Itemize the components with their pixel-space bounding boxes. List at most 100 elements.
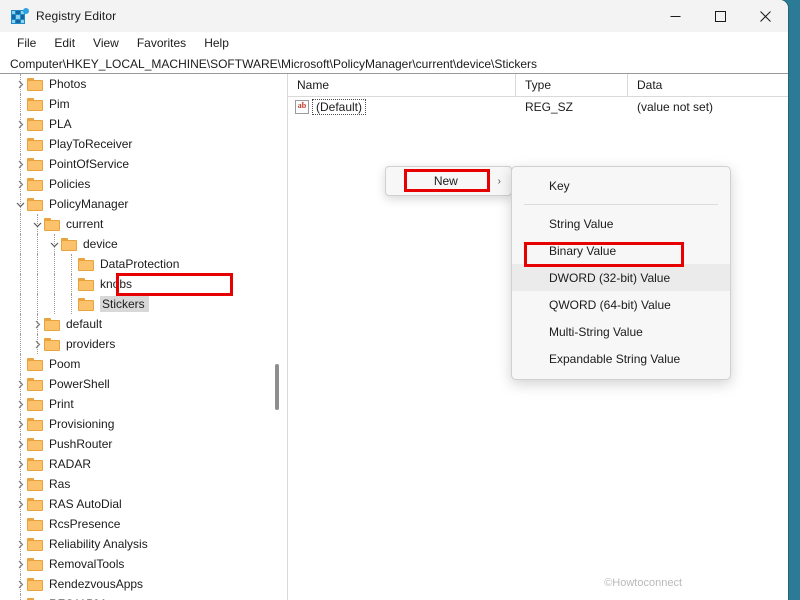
tree-guide-line (20, 354, 22, 374)
submenu-item-expandable-string-value[interactable]: Expandable String Value (512, 345, 730, 372)
tree-item-print[interactable]: Print (0, 394, 288, 414)
context-menu-new-item[interactable]: New › (386, 167, 511, 195)
tree-item-powershell[interactable]: PowerShell (0, 374, 288, 394)
folder-icon (27, 537, 44, 551)
submenu-item-dword-32-bit-value[interactable]: DWORD (32-bit) Value (512, 264, 730, 291)
menu-help[interactable]: Help (195, 34, 238, 52)
submenu-item-multi-string-value[interactable]: Multi-String Value (512, 318, 730, 345)
tree-item-label: RADAR (49, 457, 92, 471)
tree-item-pim[interactable]: Pim (0, 94, 288, 114)
folder-icon (27, 517, 44, 531)
tree-scrollbar-track[interactable] (271, 74, 282, 600)
context-submenu-new-types[interactable]: Key String Value Binary Value DWORD (32-bit… (511, 166, 731, 380)
tree-guide-line (20, 514, 22, 534)
tree-item-policymanager[interactable]: PolicyManager (0, 194, 288, 214)
menu-favorites[interactable]: Favorites (128, 34, 195, 52)
tree-item-pla[interactable]: PLA (0, 114, 288, 134)
tree-item-label: PLA (49, 117, 72, 131)
tree-item-provisioning[interactable]: Provisioning (0, 414, 288, 434)
tree-item-ras[interactable]: Ras (0, 474, 288, 494)
maximize-button[interactable] (698, 0, 743, 32)
tree-guide-line (71, 254, 73, 274)
tree-guide-line (20, 554, 22, 574)
tree-item-pushrouter[interactable]: PushRouter (0, 434, 288, 454)
tree-guide-line (20, 174, 22, 194)
column-header-name[interactable]: Name (288, 74, 516, 96)
tree-item-dataprotection[interactable]: DataProtection (0, 254, 288, 274)
tree-item-stickers[interactable]: Stickers (0, 294, 288, 314)
tree-item-label: Pim (49, 97, 70, 111)
tree-guide-line (20, 294, 22, 314)
tree-item-radar[interactable]: RADAR (0, 454, 288, 474)
window-controls (653, 0, 788, 32)
tree-guide-line (20, 234, 22, 254)
folder-icon (27, 577, 44, 591)
minimize-button[interactable] (653, 0, 698, 32)
submenu-item-qword-64-bit-value[interactable]: QWORD (64-bit) Value (512, 291, 730, 318)
folder-icon (27, 197, 44, 211)
close-button[interactable] (743, 0, 788, 32)
tree-guide-line (20, 414, 22, 434)
folder-icon (27, 157, 44, 171)
registry-tree-pane[interactable]: Photos Pim PLA PlayToReceiver PointOfService… (0, 74, 288, 600)
tree-guide-line (54, 254, 56, 274)
registry-tree-list: Photos Pim PLA PlayToReceiver PointOfService… (0, 74, 288, 600)
tree-guide-line (37, 334, 39, 354)
tree-guide-line (37, 274, 39, 294)
tree-item-label: PolicyManager (49, 197, 129, 211)
tree-item-rfc1156agent[interactable]: RFC1156Agent (0, 594, 288, 600)
folder-icon (78, 277, 95, 291)
tree-item-removaltools[interactable]: RemovalTools (0, 554, 288, 574)
submenu-item-label: Expandable String Value (549, 351, 681, 366)
submenu-item-key[interactable]: Key (512, 172, 730, 199)
tree-item-label: PowerShell (49, 377, 110, 391)
folder-icon (27, 137, 44, 151)
tree-item-device[interactable]: device (0, 234, 288, 254)
tree-guide-line (20, 474, 22, 494)
folder-icon (27, 457, 44, 471)
folder-icon (27, 357, 44, 371)
submenu-item-binary-value[interactable]: Binary Value (512, 237, 730, 264)
tree-item-label: RcsPresence (49, 517, 121, 531)
tree-item-current[interactable]: current (0, 214, 288, 234)
tree-item-knobs[interactable]: knobs (0, 274, 288, 294)
tree-item-rendezvousapps[interactable]: RendezvousApps (0, 574, 288, 594)
title-bar: Registry Editor (0, 0, 788, 32)
context-menu-new[interactable]: New › (385, 166, 512, 196)
address-bar[interactable]: Computer\HKEY_LOCAL_MACHINE\SOFTWARE\Mic… (0, 54, 788, 74)
submenu-item-label: QWORD (64-bit) Value (549, 297, 671, 312)
registry-editor-window: Registry Editor File Edit View Favorites… (0, 0, 788, 600)
tree-item-reliability-analysis[interactable]: Reliability Analysis (0, 534, 288, 554)
column-header-type[interactable]: Type (516, 74, 628, 96)
tree-guide-line (37, 294, 39, 314)
tree-guide-line (20, 454, 22, 474)
menu-bar: File Edit View Favorites Help (0, 32, 788, 54)
tree-item-policies[interactable]: Policies (0, 174, 288, 194)
tree-item-label: knobs (100, 277, 133, 291)
column-header-data[interactable]: Data (628, 74, 788, 96)
tree-item-poom[interactable]: Poom (0, 354, 288, 374)
table-row[interactable]: ab (Default) REG_SZ (value not set) (288, 97, 788, 117)
tree-item-label: current (66, 217, 104, 231)
tree-scrollbar-thumb[interactable] (275, 364, 279, 410)
menu-edit[interactable]: Edit (45, 34, 84, 52)
tree-item-ras-autodial[interactable]: RAS AutoDial (0, 494, 288, 514)
tree-item-pointofservice[interactable]: PointOfService (0, 154, 288, 174)
folder-icon (27, 77, 44, 91)
tree-guide-line (20, 334, 22, 354)
tree-item-providers[interactable]: providers (0, 334, 288, 354)
tree-item-label: Print (49, 397, 74, 411)
menu-file[interactable]: File (8, 34, 45, 52)
tree-item-label: providers (66, 337, 116, 351)
tree-item-rcspresence[interactable]: RcsPresence (0, 514, 288, 534)
tree-guide-line (54, 274, 56, 294)
tree-item-label: Stickers (100, 296, 149, 312)
tree-guide-line (20, 214, 22, 234)
tree-item-default[interactable]: default (0, 314, 288, 334)
menu-view[interactable]: View (84, 34, 128, 52)
watermark: ©Howtoconnect (604, 577, 682, 589)
tree-item-playtoreceiver[interactable]: PlayToReceiver (0, 134, 288, 154)
submenu-item-string-value[interactable]: String Value (512, 210, 730, 237)
tree-item-photos[interactable]: Photos (0, 74, 288, 94)
value-data-cell: (value not set) (637, 100, 714, 114)
